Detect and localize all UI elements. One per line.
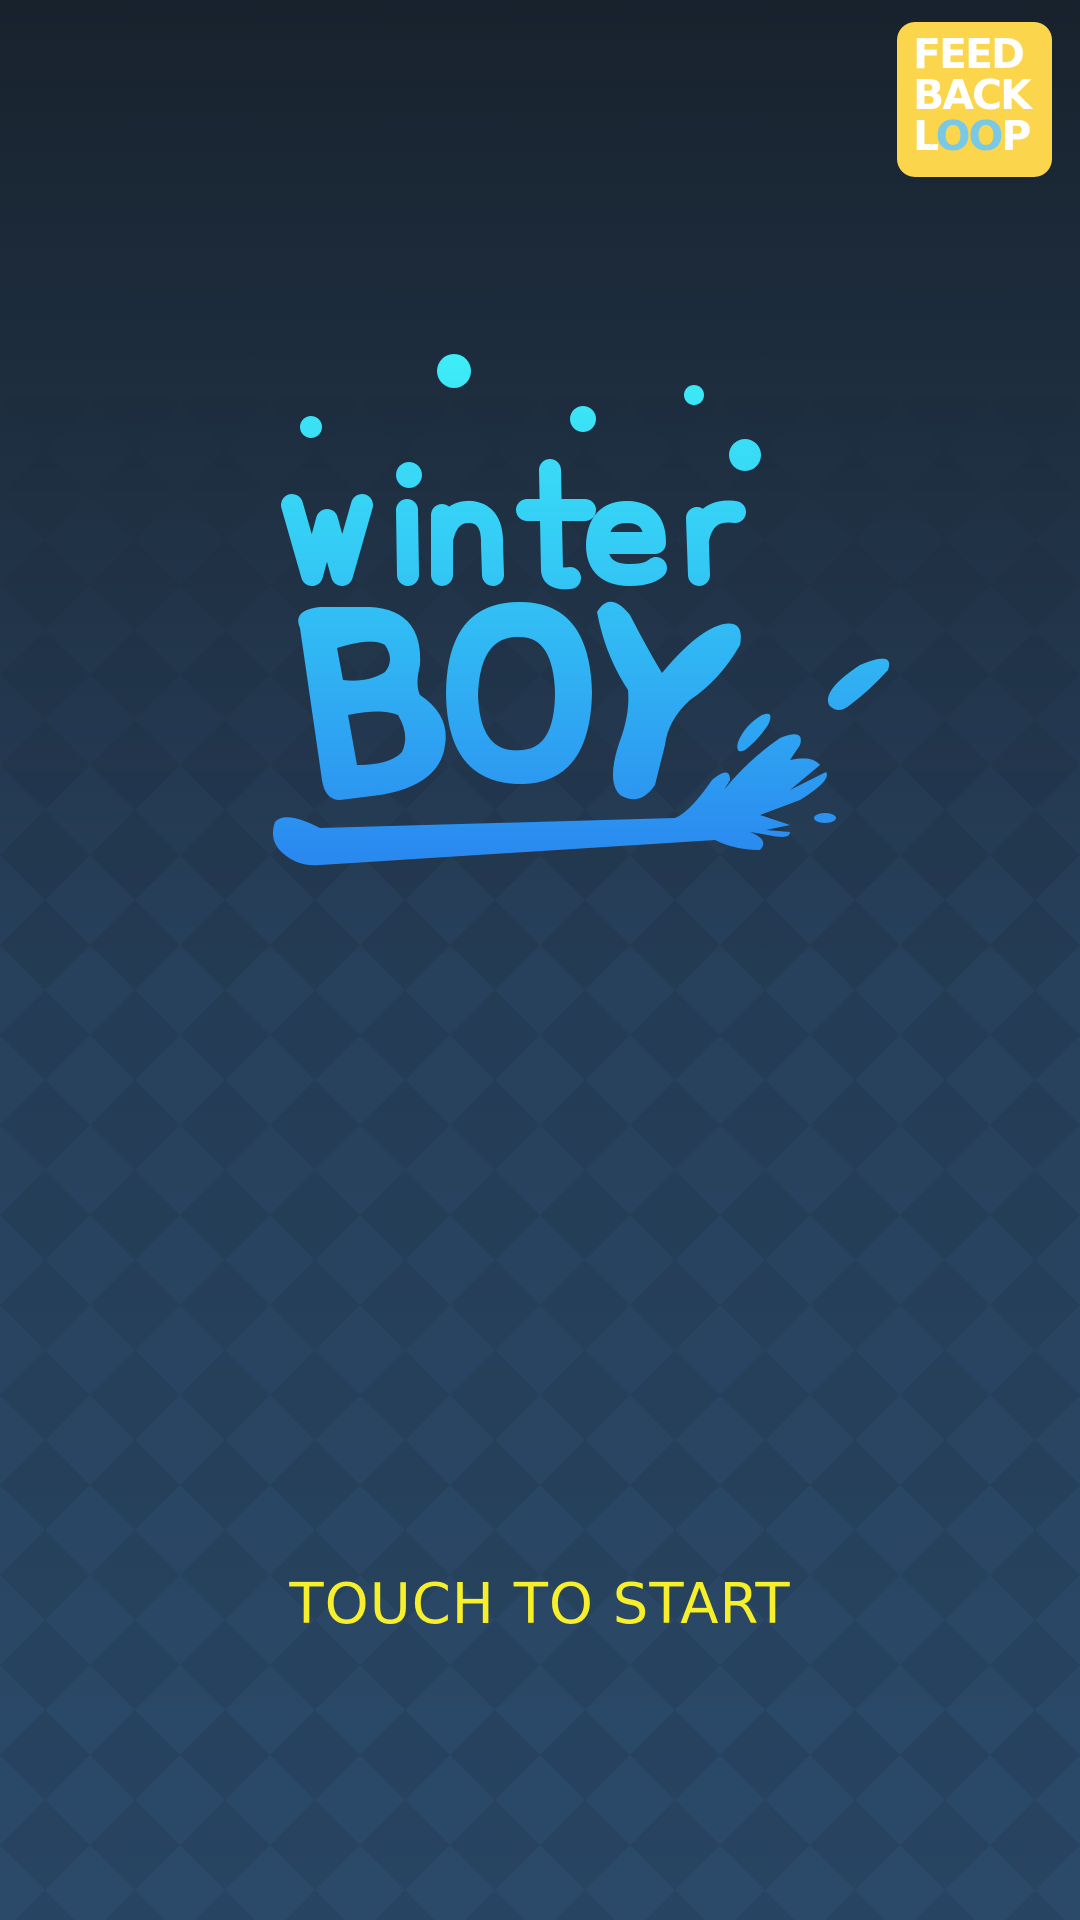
feedback-loop-logo[interactable]: FEED BACK LOOP xyxy=(897,22,1052,177)
snow-dots xyxy=(300,354,761,471)
word-boy xyxy=(272,601,890,866)
word-winter xyxy=(281,459,746,590)
badge-loop-letters: OO xyxy=(935,112,1004,160)
badge-line-1: FEED xyxy=(913,30,1025,78)
badge-line-3-end: P xyxy=(1001,112,1031,160)
touch-to-start-button[interactable]: TOUCH TO START xyxy=(0,1565,1080,1645)
badge-line-3: LOOP xyxy=(913,116,1052,157)
badge-line-2: BACK xyxy=(913,71,1032,119)
game-title-logo: winter BOY xyxy=(260,340,900,880)
badge-line-3-start: L xyxy=(913,112,938,160)
winter-boy-logo-art xyxy=(272,354,890,866)
